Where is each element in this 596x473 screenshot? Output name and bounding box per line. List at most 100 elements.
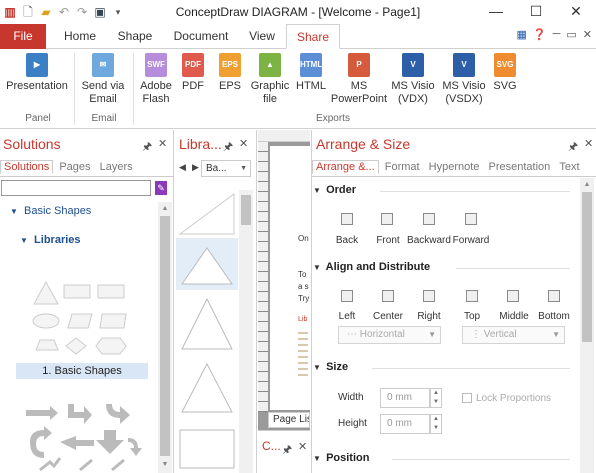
layout-icon[interactable]: ▦ (516, 28, 526, 41)
library-scrollbar[interactable] (239, 190, 253, 473)
bottom-close-icon[interactable]: ✕ (298, 440, 307, 453)
height-input[interactable]: 0 mm (380, 414, 430, 434)
scroll-down-icon[interactable]: ▼ (159, 461, 171, 469)
ms-powerpoint-button[interactable]: P MS PowerPoint (330, 53, 388, 106)
width-input[interactable]: 0 mm (380, 388, 430, 408)
pin-icon[interactable]: 🖈 (142, 138, 152, 157)
library-shape-tall-triangle[interactable] (176, 295, 238, 353)
library-preview-arrows[interactable] (20, 400, 150, 473)
tab-home[interactable]: Home (52, 24, 108, 49)
tab-file[interactable]: File (0, 24, 46, 49)
presentation-button[interactable]: ▶ Presentation (2, 53, 72, 93)
libraries-node[interactable]: ▼ Libraries (20, 234, 81, 246)
library-shape-triangle[interactable] (176, 240, 238, 288)
align-middle-button[interactable]: Middle (494, 311, 534, 322)
tab-document[interactable]: Document (164, 24, 238, 49)
library-preview-shapes[interactable] (20, 278, 150, 358)
canvas-page[interactable]: On To a s Try Lib (270, 146, 310, 410)
height-label: Height (338, 418, 367, 429)
page-list-tab[interactable]: Page Lis (268, 412, 310, 428)
solutions-search-input[interactable] (1, 180, 151, 196)
align-bottom-button[interactable]: Bottom (536, 311, 572, 322)
svg-button[interactable]: SVG SVG (490, 53, 520, 93)
scroll-up-icon[interactable]: ▲ (159, 205, 171, 213)
distribute-vertical-select[interactable]: ⋮ Vertical ▼ (462, 326, 565, 344)
ms-visio-vdx-button[interactable]: V MS Visio (VDX) (388, 53, 438, 106)
brush-icon[interactable]: ✎ (155, 181, 167, 195)
library-shape-right-triangle[interactable] (176, 190, 238, 238)
align-top-button[interactable]: Top (458, 311, 486, 322)
solutions-scroll-thumb[interactable] (160, 216, 170, 456)
arrange-scroll-thumb[interactable] (582, 192, 592, 342)
height-stepper[interactable]: ▲ ▼ (430, 414, 442, 434)
group-panel-label: Panel (25, 113, 51, 124)
library-item-basic-shapes[interactable]: 1. Basic Shapes (16, 363, 148, 379)
group-exports-label: Exports (316, 113, 350, 124)
bottom-pin-icon[interactable]: 🖈 (282, 441, 292, 460)
solutions-tabs: Solutions Pages Layers (0, 160, 174, 177)
align-center-button[interactable]: Center (368, 311, 408, 322)
html-button[interactable]: HTML HTML (292, 53, 330, 93)
library-forward-icon[interactable]: ▶ (192, 162, 199, 173)
canvas-text-to: To (298, 270, 307, 279)
library-shape-isosceles-triangle[interactable] (176, 360, 238, 416)
ribbon-restore-icon[interactable]: ─ (553, 28, 561, 41)
section-size-header[interactable]: ▼ Size (313, 361, 348, 373)
graphic-file-button[interactable]: ▲ Graphic file (248, 53, 292, 106)
group-separator (74, 53, 75, 125)
tab-presentation[interactable]: Presentation (486, 161, 554, 173)
tab-arrange[interactable]: Arrange &... (312, 160, 379, 174)
tab-solutions[interactable]: Solutions (0, 160, 54, 174)
arrange-close-icon[interactable]: ✕ (584, 137, 593, 150)
lock-proportions-checkbox[interactable] (462, 393, 472, 403)
section-position-header[interactable]: ▼ Position (313, 452, 369, 464)
libraries-label: Libraries (34, 234, 81, 246)
tab-view[interactable]: View (240, 24, 284, 49)
section-align-header[interactable]: ▼ Align and Distribute (313, 261, 430, 273)
back-button[interactable]: Back (332, 235, 362, 246)
arrange-scroll-up-icon[interactable]: ▲ (582, 181, 592, 189)
front-button[interactable]: Front (372, 235, 404, 246)
help-icon[interactable]: ❓ (533, 28, 547, 41)
panel-close-icon[interactable]: ✕ (158, 137, 167, 150)
width-stepper[interactable]: ▲ ▼ (430, 388, 442, 408)
tab-format[interactable]: Format (382, 161, 423, 173)
library-combo[interactable]: Ba... ▼ (201, 160, 251, 177)
library-back-icon[interactable]: ◀ (179, 162, 186, 173)
library-close-icon[interactable]: ✕ (239, 137, 248, 150)
section-order-header[interactable]: ▼ Order (313, 184, 356, 196)
close-icon[interactable]: ✕ (556, 0, 596, 24)
tab-hypernote[interactable]: Hypernote (426, 161, 483, 173)
align-left-button[interactable]: Left (332, 311, 362, 322)
library-shape-rectangle[interactable] (176, 426, 238, 470)
ms-visio-vsdx-button[interactable]: V MS Visio (VSDX) (438, 53, 490, 106)
tab-pages[interactable]: Pages (56, 161, 93, 173)
library-pin-icon[interactable]: 🖈 (223, 138, 233, 157)
tab-shape[interactable]: Shape (108, 24, 162, 49)
send-email-button[interactable]: ✉ Send via Email (76, 53, 130, 106)
distribute-horizontal-value: Horizontal (359, 329, 405, 340)
align-right-button[interactable]: Right (414, 311, 444, 322)
maximize-icon[interactable]: ☐ (516, 0, 556, 24)
forward-icon (465, 213, 477, 225)
eps-button[interactable]: EPS EPS (214, 53, 246, 93)
align-middle-icon (507, 290, 519, 302)
distribute-horizontal-select[interactable]: ⋯ Horizontal ▼ (338, 326, 441, 344)
tree-root-label: Basic Shapes (24, 205, 92, 217)
tab-layers[interactable]: Layers (97, 161, 136, 173)
library-scroll-thumb[interactable] (241, 195, 251, 225)
pdf-button[interactable]: PDF PDF (177, 53, 209, 93)
tab-share[interactable]: Share (286, 24, 340, 49)
ribbon-close-icon[interactable]: ✕ (583, 28, 592, 41)
adobe-flash-button[interactable]: SWF Adobe Flash (136, 53, 176, 106)
ms-visio-vdx-label: MS Visio (VDX) (391, 80, 435, 105)
backward-button[interactable]: Backward (406, 235, 452, 246)
distribute-horizontal-icon: ⋯ (347, 329, 357, 340)
arrange-pin-icon[interactable]: 🖈 (568, 138, 578, 157)
forward-button[interactable]: Forward (452, 235, 490, 246)
tree-root-basic-shapes[interactable]: ▼ Basic Shapes (10, 205, 91, 217)
ribbon-max-icon[interactable]: ▭ (566, 28, 576, 41)
minimize-icon[interactable]: — (476, 0, 516, 24)
presentation-label: Presentation (6, 80, 68, 92)
tab-text[interactable]: Text (556, 161, 582, 173)
